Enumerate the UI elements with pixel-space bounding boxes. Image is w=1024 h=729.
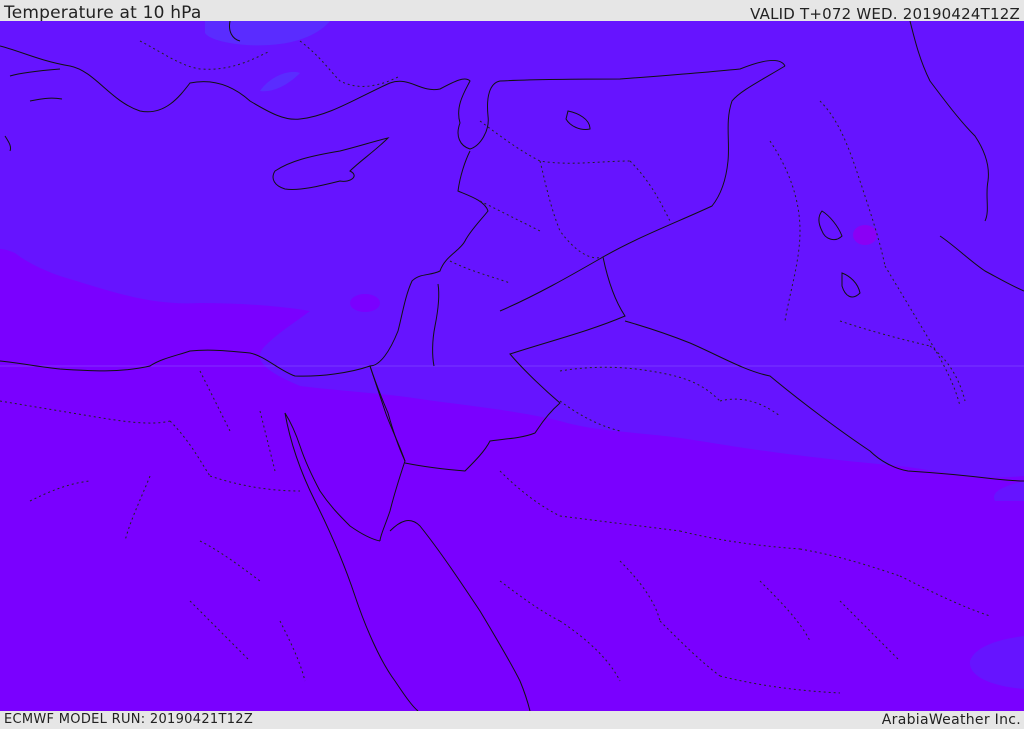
warm-patch-iraq <box>853 225 877 245</box>
warm-patch-sea <box>350 294 380 312</box>
credit-label: ArabiaWeather Inc. <box>881 712 1021 728</box>
model-run-label: ECMWF MODEL RUN: 20190421T12Z <box>4 712 254 727</box>
map-canvas[interactable] <box>0 21 1024 711</box>
map-title: Temperature at 10 hPa <box>4 3 202 23</box>
header-bar: Temperature at 10 hPa VALID T+072 WED. 2… <box>0 0 1024 23</box>
footer-bar: ECMWF MODEL RUN: 20190421T12Z ArabiaWeat… <box>0 711 1024 729</box>
map-frame: Temperature at 10 hPa VALID T+072 WED. 2… <box>0 0 1024 729</box>
